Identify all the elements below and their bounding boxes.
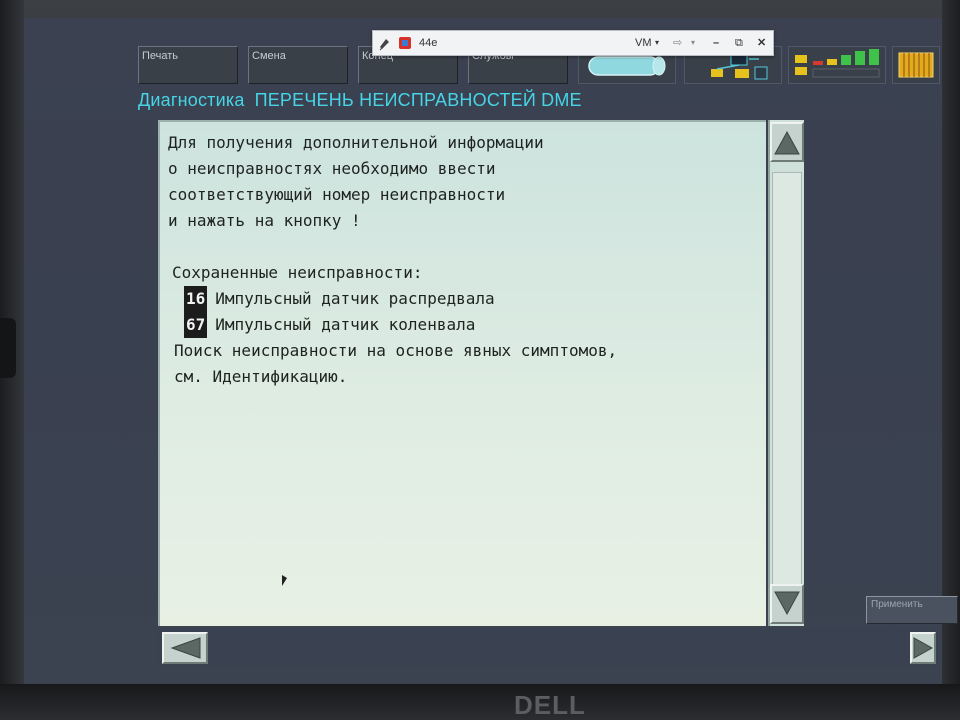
change-button-label: Смена [252, 50, 286, 62]
signal-status-icon [795, 49, 880, 78]
send-keys-icon[interactable]: ⇨ [673, 31, 682, 55]
message-line: Для получения дополнительной информации [168, 133, 544, 152]
message-text: Для получения дополнительной информации … [168, 130, 728, 390]
vm-host-name: 44e [419, 37, 438, 49]
footer-line: Поиск неисправности на основе явных симп… [174, 341, 618, 360]
saved-faults-heading: Сохраненные неисправности: [172, 263, 423, 282]
restore-icon[interactable]: ⧉ [735, 31, 743, 55]
bottom-navigation-bar [158, 628, 938, 666]
message-line: соответствующий номер неисправности [168, 185, 506, 204]
message-line: о неисправностях необходимо ввести [168, 159, 496, 178]
fault-row[interactable]: 16 Импульсный датчик распредвала [168, 286, 728, 312]
vm-toolbar: 44e VM ▾ ⇨ ▾ – ⧉ ✕ [372, 30, 774, 56]
fault-code[interactable]: 67 [184, 312, 208, 338]
vm-menu[interactable]: VM [635, 31, 652, 55]
section-name: Диагностика [138, 90, 245, 110]
message-line: и нажать на кнопку ! [168, 211, 361, 230]
laptop-hinge [0, 318, 16, 378]
message-panel: Для получения дополнительной информации … [158, 120, 766, 626]
fault-description: Импульсный датчик распредвала [215, 289, 495, 308]
ecu-module-icon [898, 52, 934, 78]
print-button-label: Печать [142, 50, 179, 62]
apply-button-label: Применить [871, 599, 923, 610]
arrow-left-icon [170, 637, 201, 659]
print-button[interactable]: Печать [138, 46, 238, 84]
scroll-thumb[interactable] [772, 172, 802, 592]
arrow-right-icon [913, 637, 934, 659]
vm-icon [397, 31, 413, 55]
previous-button[interactable] [162, 632, 208, 664]
vm-menu-chevron-icon[interactable]: ▾ [655, 31, 659, 55]
change-button[interactable]: Смена [248, 46, 348, 84]
pin-icon[interactable] [377, 31, 391, 55]
module-button[interactable] [892, 46, 940, 84]
vertical-scrollbar[interactable] [768, 120, 804, 626]
arrow-down-icon [774, 591, 800, 616]
fault-row[interactable]: 67 Импульсный датчик коленвала [168, 312, 728, 338]
minimize-icon[interactable]: – [713, 31, 719, 55]
next-button[interactable] [910, 632, 936, 664]
fault-description: Импульсный датчик коленвала [215, 315, 476, 334]
page-title: Диагностика ПЕРЕЧЕНЬ НЕИСПРАВНОСТЕЙ DME [138, 88, 758, 112]
arrow-up-icon [774, 130, 800, 155]
monitor-bezel-bottom [0, 684, 960, 720]
mouse-cursor [282, 575, 287, 586]
scroll-down-button[interactable] [770, 584, 804, 624]
close-icon[interactable]: ✕ [757, 31, 766, 55]
status-indicator [788, 46, 886, 84]
footer-line: см. Идентификацию. [174, 367, 348, 386]
send-keys-chevron-icon[interactable]: ▾ [691, 31, 695, 55]
page-heading: ПЕРЕЧЕНЬ НЕИСПРАВНОСТЕЙ DME [254, 90, 582, 110]
apply-button[interactable]: Применить [866, 596, 958, 624]
fault-code[interactable]: 16 [184, 286, 208, 312]
dell-logo: DELL [514, 690, 586, 720]
scroll-up-button[interactable] [770, 122, 804, 162]
